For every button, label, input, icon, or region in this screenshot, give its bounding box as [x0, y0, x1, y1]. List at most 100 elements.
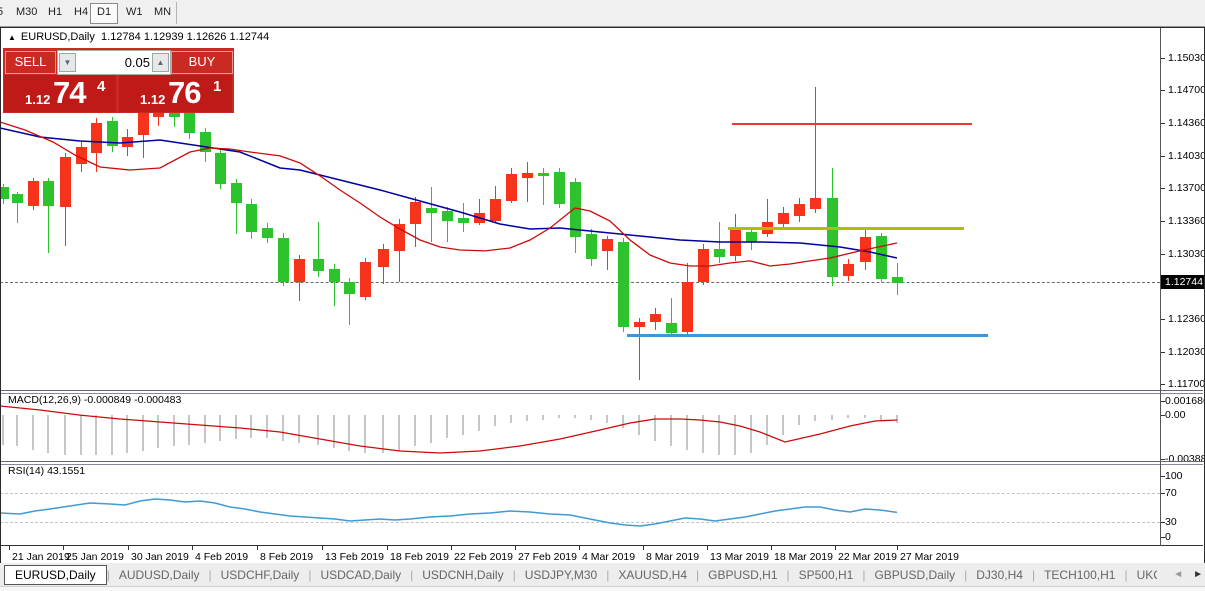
- sell-price-big: 74: [53, 75, 86, 110]
- macd-histogram-bar: [510, 415, 512, 423]
- candle: [138, 113, 149, 135]
- timeframe-button-mn[interactable]: MN: [148, 3, 177, 22]
- macd-histogram-bar: [142, 415, 144, 451]
- time-tick: [451, 546, 452, 550]
- candle: [827, 198, 838, 277]
- timeframe-button-w1[interactable]: W1: [120, 3, 149, 22]
- macd-histogram-bar: [526, 415, 528, 421]
- price-tick: [1161, 319, 1165, 320]
- price-tick-label: 1.14700: [1168, 84, 1205, 96]
- chart-symbol-label: EURUSD,Daily: [20, 31, 95, 43]
- price-tick: [1161, 352, 1165, 353]
- current-bid-price-box: 1.12744: [1161, 275, 1205, 289]
- candle: [506, 174, 517, 201]
- chart-tab-dj30-h4[interactable]: DJ30,H4: [967, 566, 1032, 584]
- chart-tab-usdcnh-daily[interactable]: USDCNH,Daily: [413, 566, 512, 584]
- candle-wick: [815, 87, 816, 213]
- time-tick-label: 13 Feb 2019: [325, 551, 384, 563]
- candle: [490, 199, 501, 221]
- candle: [107, 121, 118, 146]
- volume-increase-button[interactable]: ▲: [152, 53, 169, 72]
- one-click-trading-widget: SELL ▼ ▲ BUY 1.12 74 4 1.12 76 1: [3, 48, 234, 113]
- time-tick-label: 4 Mar 2019: [582, 551, 636, 563]
- tab-scroll-left-icon[interactable]: ◄: [1173, 569, 1183, 580]
- macd-panel-separator[interactable]: [0, 390, 1203, 394]
- candle: [122, 137, 133, 147]
- timeframe-button-clipped[interactable]: 5: [0, 3, 9, 22]
- time-tick-label: 25 Jan 2019: [66, 551, 124, 563]
- macd-histogram-bar: [364, 415, 366, 453]
- candle: [360, 262, 371, 297]
- macd-histogram-bar: [382, 415, 384, 453]
- chart-tab-eurusd-daily[interactable]: EURUSD,Daily: [4, 564, 107, 585]
- time-tick-label: 30 Jan 2019: [131, 551, 189, 563]
- buy-price-panel[interactable]: 1.12 76 1: [119, 75, 232, 112]
- buy-button[interactable]: BUY: [171, 51, 233, 74]
- chart-tab-gbpusd-daily[interactable]: GBPUSD,Daily: [865, 566, 964, 584]
- candle: [262, 228, 273, 238]
- candle: [746, 232, 757, 242]
- hline-support-blue[interactable]: [627, 334, 988, 337]
- sell-price-superscript: 4: [97, 78, 106, 95]
- chart-tab-usdjpy-m30[interactable]: USDJPY,M30: [516, 566, 606, 584]
- rsi-scale-label: 100: [1165, 470, 1183, 482]
- chart-tab-audusd-daily[interactable]: AUDUSD,Daily: [110, 566, 209, 584]
- macd-histogram-bar: [606, 415, 608, 423]
- candle: [682, 282, 693, 332]
- chart-tab-tech100-h1[interactable]: TECH100,H1: [1035, 566, 1124, 584]
- candle: [28, 181, 39, 206]
- chart-tab-gbpusd-h1[interactable]: GBPUSD,H1: [699, 566, 786, 584]
- time-tick: [63, 546, 64, 550]
- macd-histogram-bar: [574, 415, 576, 418]
- volume-input[interactable]: [78, 52, 152, 73]
- rsi-scale-tick: [1161, 493, 1165, 494]
- rsi-scale-tick: [1161, 537, 1165, 538]
- price-tick: [1161, 384, 1165, 385]
- candle: [860, 237, 871, 262]
- macd-histogram-bar: [446, 415, 448, 438]
- sell-price-panel[interactable]: 1.12 74 4: [4, 75, 116, 112]
- macd-histogram-bar: [348, 415, 350, 451]
- candle: [91, 123, 102, 153]
- price-tick: [1161, 58, 1165, 59]
- macd-histogram-bar: [766, 415, 768, 445]
- tab-scroll-right-icon[interactable]: ►: [1193, 569, 1203, 580]
- hline-resistance-red[interactable]: [732, 123, 972, 125]
- timeframe-button-h1[interactable]: H1: [42, 3, 68, 22]
- macd-scale-label: 0.00: [1165, 409, 1186, 421]
- candle: [200, 132, 211, 152]
- macd-histogram-bar: [814, 415, 816, 421]
- sell-button[interactable]: SELL: [5, 51, 56, 74]
- tab-scroll-arrows: ◄ ►: [1157, 565, 1203, 584]
- price-tick: [1161, 188, 1165, 189]
- price-tick-label: 1.12360: [1168, 313, 1205, 325]
- timeframe-button-m30[interactable]: M30: [10, 3, 43, 22]
- macd-histogram-bar: [847, 415, 849, 418]
- rsi-scale-label: 0: [1165, 531, 1171, 543]
- time-tick: [579, 546, 580, 550]
- sell-price-prefix: 1.12: [25, 92, 51, 107]
- rsi-scale-label: 70: [1165, 487, 1177, 499]
- time-tick-label: 8 Mar 2019: [646, 551, 700, 563]
- chart-tab-sp500-h1[interactable]: SP500,H1: [790, 566, 863, 584]
- macd-histogram-bar: [654, 415, 656, 441]
- price-tick: [1161, 254, 1165, 255]
- chart-tab-usdchf-daily[interactable]: USDCHF,Daily: [212, 566, 309, 584]
- buy-price-big: 76: [168, 75, 201, 110]
- candle: [246, 204, 257, 232]
- chart-tab-xauusd-h4[interactable]: XAUUSD,H4: [609, 566, 696, 584]
- hline-level-olive[interactable]: [728, 227, 964, 230]
- volume-decrease-button[interactable]: ▼: [59, 53, 76, 72]
- timeframe-button-d1[interactable]: D1: [90, 3, 119, 24]
- candle: [892, 277, 903, 283]
- buy-price-superscript: 1: [213, 78, 222, 95]
- macd-histogram-bar: [542, 415, 544, 420]
- candle: [344, 282, 355, 294]
- collapse-triangle-icon[interactable]: ▲: [8, 33, 16, 42]
- candle: [778, 213, 789, 224]
- rsi-panel-separator[interactable]: [0, 461, 1203, 465]
- chart-tab-usdcad-daily[interactable]: USDCAD,Daily: [311, 566, 410, 584]
- candle-wick: [527, 162, 528, 202]
- candle: [458, 218, 469, 223]
- macd-label: MACD(12,26,9) -0.000849 -0.000483: [8, 394, 182, 406]
